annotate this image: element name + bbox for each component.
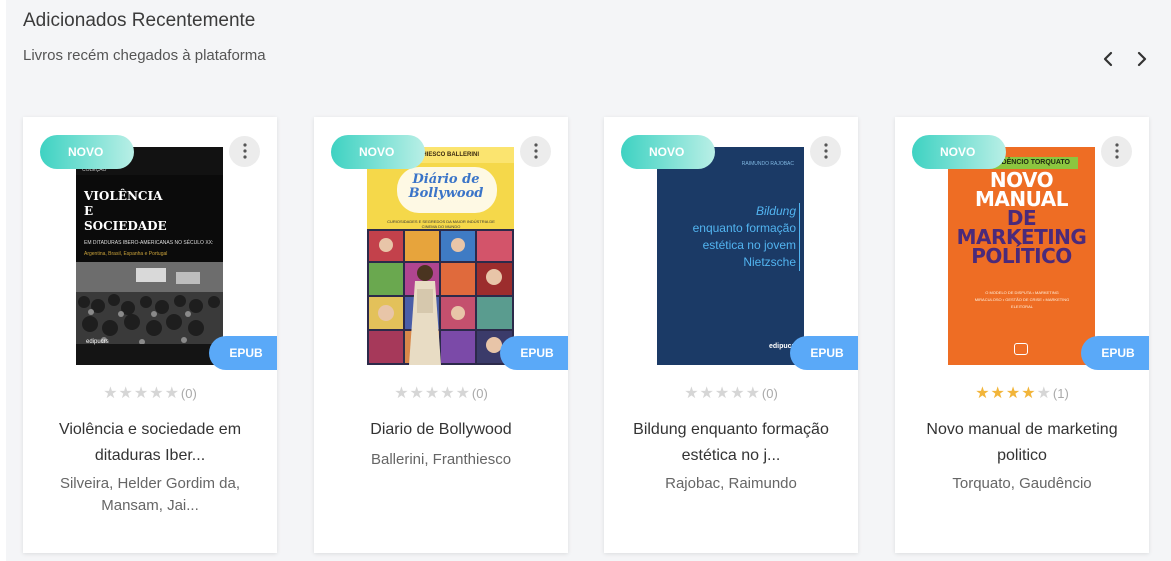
- rating-count: (0): [471, 386, 488, 401]
- card-menu-button[interactable]: [1101, 136, 1132, 167]
- book-card[interactable]: NOVO COLEÇÃO VIOLÊNCIA E SOCIEDADE EM DI…: [23, 117, 277, 553]
- star-icon: ★: [103, 385, 119, 402]
- more-vertical-icon: [823, 143, 828, 159]
- star-icon: ★: [730, 385, 746, 402]
- star-icon: ★: [699, 385, 715, 402]
- new-badge: NOVO: [40, 135, 134, 169]
- book-cover[interactable]: COLEÇÃO VIOLÊNCIA E SOCIEDADE EM DITADUR…: [76, 147, 223, 365]
- book-card[interactable]: NOVO FRANTHIESCO BALLERINI Diário de Bol…: [314, 117, 568, 553]
- more-vertical-icon: [1114, 143, 1119, 159]
- star-icon: ★: [975, 385, 991, 402]
- star-icon: ★: [1036, 385, 1052, 402]
- star-icon: ★: [394, 385, 410, 402]
- star-icon: ★: [149, 385, 165, 402]
- card-menu-button[interactable]: [229, 136, 260, 167]
- cover-publisher: edipucrs: [86, 339, 109, 345]
- new-badge: NOVO: [331, 135, 425, 169]
- publisher-logo: [1014, 343, 1028, 355]
- book-title[interactable]: Novo manual de marketing politico: [913, 417, 1131, 469]
- cover-author: RAIMUNDO RAJOBAC: [741, 161, 794, 167]
- cover-title: NOVO MANUAL DE MARKETING POLÍTICO: [956, 168, 1087, 268]
- card-menu-button[interactable]: [810, 136, 841, 167]
- star-icon: ★: [455, 385, 471, 402]
- cover-title: Diário de Bollywood: [408, 172, 484, 201]
- format-badge: EPUB: [790, 336, 858, 370]
- section-subtitle: Livros recém chegados à plataforma: [23, 47, 266, 64]
- star-icon: ★: [1005, 385, 1022, 402]
- book-title[interactable]: Violência e sociedade em ditaduras Iber.…: [41, 417, 259, 469]
- poster-collage: [367, 229, 514, 365]
- new-badge: NOVO: [621, 135, 715, 169]
- chevron-left-icon: [1103, 51, 1113, 67]
- book-card[interactable]: NOVO RAIMUNDO RAJOBAC Bildung enquanto f…: [604, 117, 858, 553]
- book-cover[interactable]: FRANTHIESCO BALLERINI Diário de Bollywoo…: [367, 147, 514, 365]
- book-author: Ballerini, Franthiesco: [370, 451, 512, 468]
- format-badge: EPUB: [1081, 336, 1149, 370]
- book-author: Silveira, Helder Gordim da, Mansam, Jai.…: [59, 475, 241, 514]
- star-icon: ★: [440, 385, 456, 402]
- rating-count: (0): [180, 386, 197, 401]
- cover-title: VIOLÊNCIA E SOCIEDADE: [84, 189, 167, 233]
- star-icon: ★: [1021, 385, 1037, 402]
- carousel-next-button[interactable]: [1130, 48, 1152, 70]
- star-rating[interactable]: ★★★★★(0): [314, 383, 568, 403]
- more-vertical-icon: [533, 143, 538, 159]
- star-icon: ★: [990, 385, 1006, 402]
- format-badge: EPUB: [209, 336, 277, 370]
- star-rating[interactable]: ★★★★★(0): [23, 383, 277, 403]
- carousel-prev-button[interactable]: [1098, 48, 1120, 70]
- chevron-right-icon: [1137, 51, 1147, 67]
- book-title[interactable]: Bildung enquanto formação estética no j.…: [622, 417, 840, 469]
- card-menu-button[interactable]: [520, 136, 551, 167]
- star-icon: ★: [684, 385, 700, 402]
- star-icon: ★: [714, 385, 731, 402]
- section-title: Adicionados Recentemente: [23, 10, 256, 31]
- star-rating[interactable]: ★★★★★(1): [895, 383, 1149, 403]
- cover-subtitle: EM DITADURAS IBERO-AMERICANAS NO SÉCULO …: [84, 240, 214, 246]
- new-badge: NOVO: [912, 135, 1006, 169]
- cover-subtitle-2: Argentina, Brasil, Espanha e Portugal: [84, 251, 168, 257]
- book-cover[interactable]: RAIMUNDO RAJOBAC Bildung enquanto formaç…: [657, 147, 804, 365]
- recently-added-section: Adicionados Recentemente Livros recém ch…: [6, 0, 1171, 561]
- more-vertical-icon: [242, 143, 247, 159]
- star-icon: ★: [133, 385, 150, 402]
- book-cover[interactable]: GAUDÊNCIO TORQUATO NOVO MANUAL DE MARKET…: [948, 147, 1095, 365]
- cover-title: Bildung enquanto formação estética no jo…: [693, 203, 800, 271]
- format-badge: EPUB: [500, 336, 568, 370]
- rating-count: (1): [1052, 386, 1069, 401]
- book-title[interactable]: Diario de Bollywood: [332, 417, 550, 443]
- book-card[interactable]: NOVO GAUDÊNCIO TORQUATO NOVO MANUAL DE M…: [895, 117, 1149, 553]
- book-author: Rajobac, Raimundo: [665, 475, 797, 492]
- crowd-photo: [76, 262, 223, 365]
- star-icon: ★: [424, 385, 441, 402]
- star-icon: ★: [745, 385, 761, 402]
- cover-bullets: O MODELO DE DISPUTA • MARKETING MIRACULO…: [974, 290, 1070, 309]
- star-icon: ★: [409, 385, 425, 402]
- rating-count: (0): [761, 386, 778, 401]
- cover-tagline: CURIOSIDADES E SEGREDOS DA MAIOR INDÚSTR…: [387, 219, 495, 229]
- book-author: Torquato, Gaudêncio: [952, 475, 1092, 492]
- star-rating[interactable]: ★★★★★(0): [604, 383, 858, 403]
- star-icon: ★: [118, 385, 134, 402]
- star-icon: ★: [164, 385, 180, 402]
